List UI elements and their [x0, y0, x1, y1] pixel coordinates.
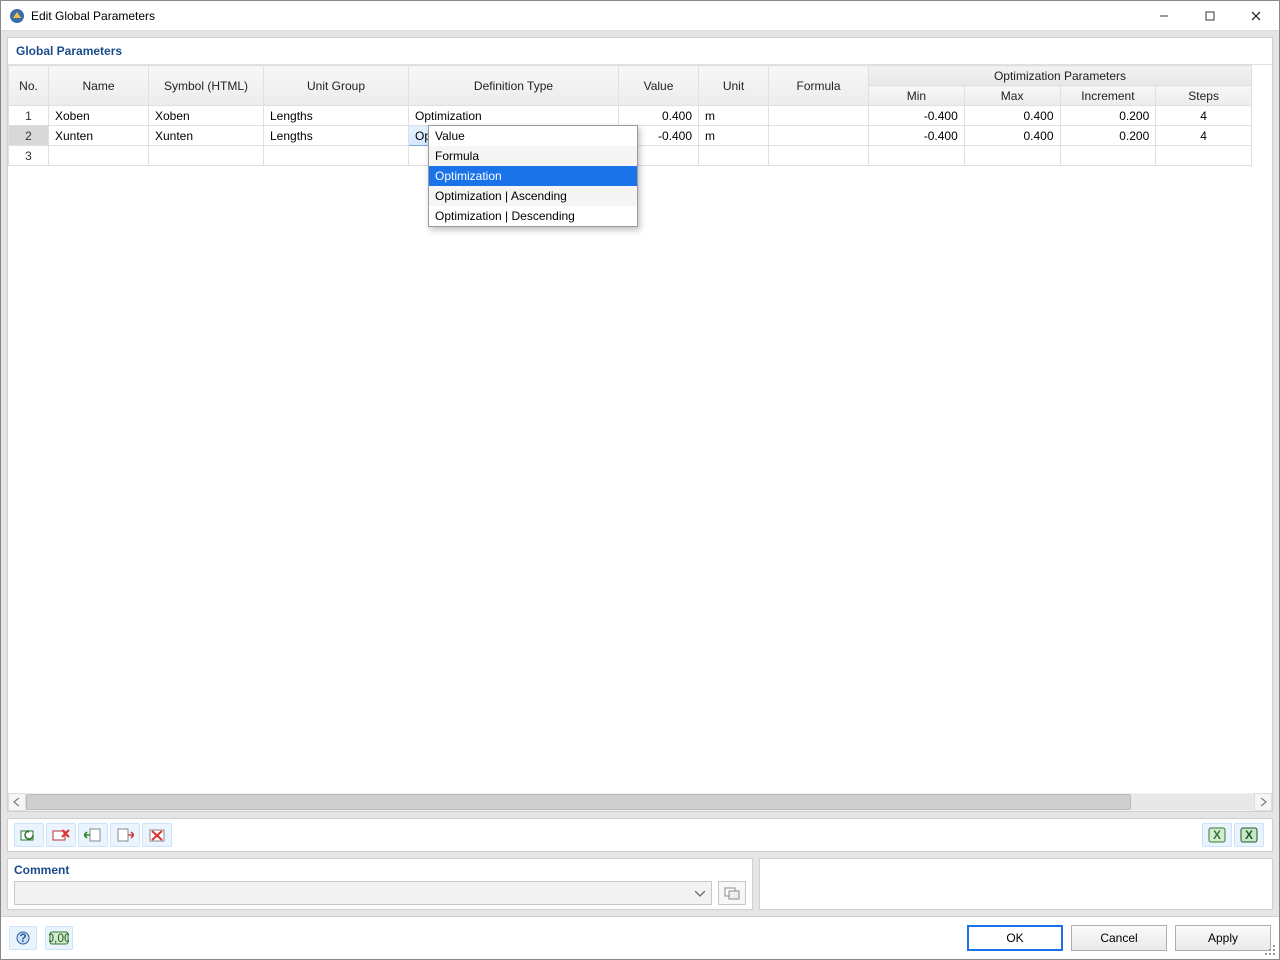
- comment-panel: Comment: [7, 858, 753, 910]
- table-row[interactable]: 1 Xoben Xoben Lengths Optimization 0.400…: [9, 106, 1252, 126]
- dialog-footer: ? 0,00 OK Cancel Apply: [1, 916, 1279, 959]
- col-symbol[interactable]: Symbol (HTML): [149, 66, 264, 106]
- col-unit[interactable]: Unit: [699, 66, 769, 106]
- cell-name[interactable]: [49, 146, 149, 166]
- col-unit-group[interactable]: Unit Group: [264, 66, 409, 106]
- cell-value[interactable]: 0.400: [619, 106, 699, 126]
- cell-min[interactable]: -0.400: [869, 126, 965, 146]
- cell-max[interactable]: [964, 146, 1060, 166]
- col-no[interactable]: No.: [9, 66, 49, 106]
- dropdown-option[interactable]: Optimization | Descending: [429, 206, 637, 226]
- cell-unit[interactable]: m: [699, 126, 769, 146]
- maximize-button[interactable]: [1187, 1, 1233, 31]
- col-group-optimization[interactable]: Optimization Parameters: [869, 66, 1252, 86]
- svg-text:?: ?: [19, 931, 26, 945]
- units-button[interactable]: 0,00: [45, 926, 73, 950]
- col-value[interactable]: Value: [619, 66, 699, 106]
- svg-text:0,00: 0,00: [49, 931, 69, 945]
- cell-min[interactable]: -0.400: [869, 106, 965, 126]
- scroll-right-icon[interactable]: [1254, 793, 1272, 811]
- row-no[interactable]: 1: [9, 106, 49, 126]
- panel-title: Global Parameters: [8, 38, 1272, 65]
- svg-text:X: X: [1213, 828, 1221, 842]
- app-icon: [9, 8, 25, 24]
- minimize-button[interactable]: [1141, 1, 1187, 31]
- resize-grip-icon[interactable]: [1263, 943, 1275, 955]
- comment-combo[interactable]: [14, 881, 712, 905]
- dropdown-option[interactable]: Optimization | Ascending: [429, 186, 637, 206]
- svg-text:X: X: [1245, 828, 1253, 842]
- grid-host: No. Name Symbol (HTML) Unit Group Defini…: [8, 65, 1272, 811]
- cell-name[interactable]: Xoben: [49, 106, 149, 126]
- row-no[interactable]: 2: [9, 126, 49, 146]
- cell-formula[interactable]: [769, 126, 869, 146]
- close-button[interactable]: [1233, 1, 1279, 31]
- window-controls: [1141, 1, 1279, 31]
- help-button[interactable]: ?: [9, 926, 37, 950]
- col-min[interactable]: Min: [869, 86, 965, 106]
- scroll-thumb[interactable]: [26, 794, 1131, 810]
- cell-increment[interactable]: [1060, 146, 1156, 166]
- window-title: Edit Global Parameters: [31, 9, 1141, 23]
- cell-increment[interactable]: 0.200: [1060, 106, 1156, 126]
- row-no[interactable]: 3: [9, 146, 49, 166]
- scroll-left-icon[interactable]: [8, 793, 26, 811]
- cell-unit-group[interactable]: Lengths: [264, 126, 409, 146]
- col-name[interactable]: Name: [49, 66, 149, 106]
- dialog-body: Global Parameters No. Name Symbol (HTML)…: [1, 31, 1279, 916]
- cell-max[interactable]: 0.400: [964, 126, 1060, 146]
- col-definition-type[interactable]: Definition Type: [409, 66, 619, 106]
- row-restore-button[interactable]: [14, 823, 44, 847]
- cell-unit-group[interactable]: Lengths: [264, 106, 409, 126]
- cell-symbol[interactable]: Xoben: [149, 106, 264, 126]
- comment-pick-button[interactable]: [718, 881, 746, 905]
- cell-symbol[interactable]: Xunten: [149, 126, 264, 146]
- cell-name[interactable]: Xunten: [49, 126, 149, 146]
- cell-steps[interactable]: 4: [1156, 106, 1252, 126]
- scroll-track[interactable]: [26, 794, 1254, 810]
- export-excel-button[interactable]: X: [1202, 823, 1232, 847]
- cell-steps[interactable]: 4: [1156, 126, 1252, 146]
- cell-increment[interactable]: 0.200: [1060, 126, 1156, 146]
- dropdown-option[interactable]: Optimization: [429, 166, 637, 186]
- cell-unit[interactable]: m: [699, 106, 769, 126]
- titlebar: Edit Global Parameters: [1, 1, 1279, 31]
- global-parameters-panel: Global Parameters No. Name Symbol (HTML)…: [7, 37, 1273, 812]
- shift-left-button[interactable]: [78, 823, 108, 847]
- chevron-down-icon: [695, 886, 705, 900]
- horizontal-scrollbar[interactable]: [8, 793, 1272, 811]
- col-increment[interactable]: Increment: [1060, 86, 1156, 106]
- dropdown-option[interactable]: Value: [429, 126, 637, 146]
- cell-steps[interactable]: [1156, 146, 1252, 166]
- col-steps[interactable]: Steps: [1156, 86, 1252, 106]
- col-formula[interactable]: Formula: [769, 66, 869, 106]
- definition-type-dropdown[interactable]: Value Formula Optimization Optimization …: [428, 125, 638, 227]
- cancel-button[interactable]: Cancel: [1071, 925, 1167, 951]
- grid-toolbar: X X: [7, 818, 1273, 852]
- comment-title: Comment: [14, 863, 746, 877]
- cell-min[interactable]: [869, 146, 965, 166]
- import-excel-button[interactable]: X: [1234, 823, 1264, 847]
- dialog-window: Edit Global Parameters Global Parameters…: [0, 0, 1280, 960]
- cell-formula[interactable]: [769, 146, 869, 166]
- col-max[interactable]: Max: [964, 86, 1060, 106]
- clear-all-button[interactable]: [142, 823, 172, 847]
- row-delete-button[interactable]: [46, 823, 76, 847]
- shift-right-button[interactable]: [110, 823, 140, 847]
- cell-formula[interactable]: [769, 106, 869, 126]
- cell-definition-type[interactable]: Optimization: [409, 106, 619, 126]
- lower-panels: Comment: [7, 858, 1273, 910]
- info-panel: [759, 858, 1273, 910]
- cell-unit-group[interactable]: [264, 146, 409, 166]
- grid-scroll-area[interactable]: No. Name Symbol (HTML) Unit Group Defini…: [8, 65, 1272, 793]
- apply-button[interactable]: Apply: [1175, 925, 1271, 951]
- cell-unit[interactable]: [699, 146, 769, 166]
- ok-button[interactable]: OK: [967, 925, 1063, 951]
- dropdown-option[interactable]: Formula: [429, 146, 637, 166]
- cell-symbol[interactable]: [149, 146, 264, 166]
- cell-max[interactable]: 0.400: [964, 106, 1060, 126]
